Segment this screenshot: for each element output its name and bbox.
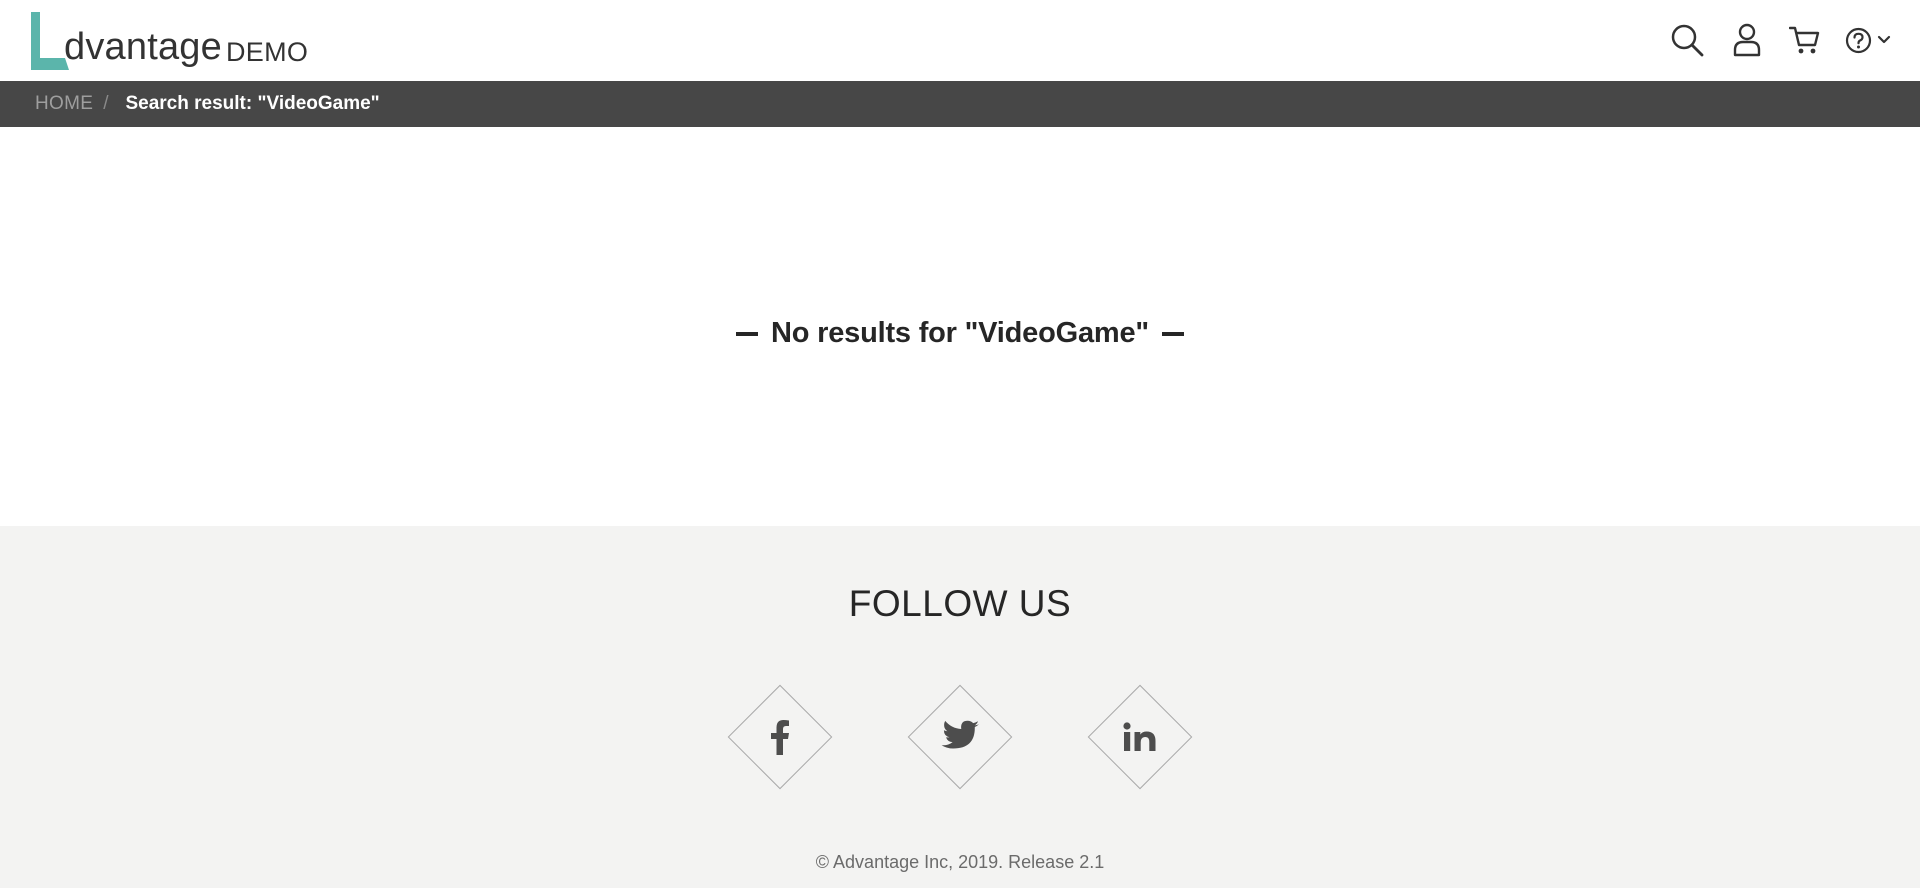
help-icon — [1845, 27, 1872, 53]
follow-us-title: FOLLOW US — [848, 583, 1072, 624]
logo-link[interactable]: dvantage DEMO — [29, 12, 308, 72]
header-icons — [1667, 20, 1892, 60]
search-results-area: No results for "VideoGame" — [0, 127, 1920, 526]
chevron-down-icon — [1877, 35, 1891, 44]
dash-right — [1161, 331, 1184, 336]
linkedin-link[interactable] — [1087, 684, 1193, 790]
facebook-link[interactable] — [727, 684, 833, 790]
user-icon — [1733, 23, 1761, 57]
breadcrumb-current: Search result: "VideoGame" — [125, 93, 380, 114]
no-results-message: No results for "VideoGame" — [0, 317, 1920, 350]
copyright-text: © Advantage Inc, 2019. Release 2.1 — [815, 852, 1105, 872]
cart-icon — [1789, 26, 1820, 54]
twitter-link[interactable] — [907, 684, 1013, 790]
logo-word: dvantage — [64, 26, 222, 68]
logo-mark-icon — [31, 12, 69, 70]
breadcrumb-home-link[interactable]: HOME — [35, 93, 93, 115]
help-menu-button[interactable] — [1845, 27, 1892, 54]
dash-left — [736, 331, 759, 336]
breadcrumb: HOME / Search result: "VideoGame" — [0, 81, 1920, 127]
user-menu-button[interactable] — [1727, 20, 1767, 60]
social-links — [0, 684, 1920, 790]
search-button[interactable] — [1667, 20, 1707, 60]
cart-button[interactable] — [1785, 20, 1825, 60]
no-results-text: No results for "VideoGame" — [771, 317, 1149, 349]
site-footer: FOLLOW US © Advantage Inc, 2019. Release… — [0, 526, 1920, 888]
breadcrumb-separator: / — [103, 93, 109, 114]
twitter-icon — [941, 720, 979, 749]
logo-demo-label: DEMO — [225, 37, 309, 67]
linkedin-icon — [1123, 722, 1156, 751]
site-header: dvantage DEMO — [0, 0, 1920, 81]
search-icon — [1671, 24, 1704, 57]
facebook-icon — [771, 720, 789, 755]
